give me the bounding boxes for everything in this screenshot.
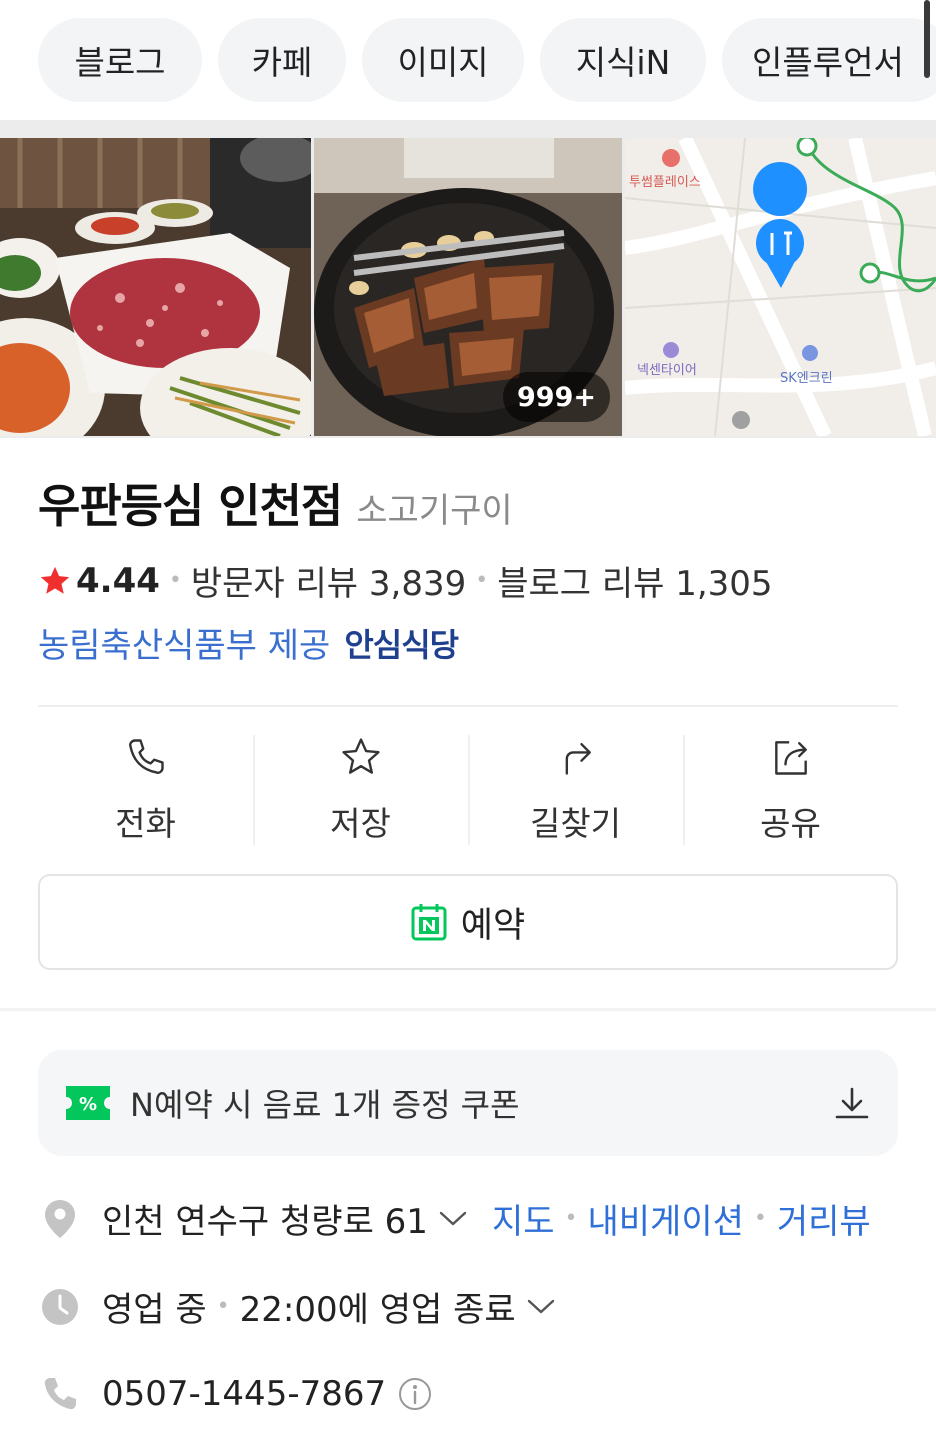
- separator-dot: •: [168, 568, 182, 593]
- directions-icon: [565, 742, 591, 775]
- tab-knowledge-in[interactable]: 지식iN: [540, 18, 706, 102]
- share-label: 공유: [760, 804, 821, 843]
- search-tab-bar: 블로그 카페 이미지 지식iN 인플루언서: [0, 0, 936, 120]
- separator-dot: •: [475, 568, 489, 593]
- map-label-nexen: 넥센타이어: [637, 363, 697, 378]
- place-title-row: 우판등심 인천점 소고기구이: [38, 470, 513, 536]
- hours-row: 영업 중 • 22:00에 영업 종료: [38, 1282, 556, 1331]
- directions-button[interactable]: 길찾기: [468, 725, 683, 855]
- place-category: 소고기구이: [356, 491, 513, 531]
- call-label: 전화: [115, 804, 176, 843]
- share-icon: [774, 741, 807, 775]
- reserve-button[interactable]: 예약: [38, 874, 898, 970]
- chevron-down-icon[interactable]: [438, 1209, 468, 1229]
- tab-images[interactable]: 이미지: [362, 18, 524, 102]
- star-filled-icon: [40, 566, 70, 594]
- certification-row: 농림축산식품부 제공 안심식당: [38, 618, 459, 667]
- coupon-label: N예약 시 음료 1개 증정 쿠폰: [130, 1086, 520, 1124]
- info-icon[interactable]: [398, 1377, 432, 1411]
- map-label-twosome: 투썸플레이스: [629, 175, 701, 190]
- map-image: 투썸플레이스 넥센타이어 SK엔크린: [625, 138, 936, 436]
- navigation-link[interactable]: 내비게이션: [587, 1194, 743, 1243]
- review-summary: 4.44 • 방문자 리뷰 3,839 • 블로그 리뷰 1,305: [38, 556, 773, 605]
- map-link[interactable]: 지도: [492, 1194, 555, 1243]
- save-button[interactable]: 저장: [253, 725, 468, 855]
- phone-row: 0507-1445-7867: [38, 1372, 432, 1416]
- raw-beef-image: [0, 138, 311, 436]
- phone-number[interactable]: 0507-1445-7867: [102, 1374, 386, 1414]
- street-view-link[interactable]: 거리뷰: [777, 1194, 871, 1243]
- divider: [38, 705, 898, 707]
- rating-value: 4.44: [76, 560, 160, 601]
- download-icon[interactable]: [834, 1085, 870, 1121]
- tab-influencer[interactable]: 인플루언서: [722, 18, 936, 102]
- clock-icon: [38, 1285, 82, 1329]
- closing-time[interactable]: 22:00에 영업 종료: [240, 1282, 516, 1331]
- separator-dot: •: [564, 1206, 578, 1231]
- safe-restaurant-badge: 안심식당: [344, 625, 459, 664]
- section-separator: [0, 1008, 936, 1011]
- svg-text:%: %: [79, 1094, 97, 1115]
- photo-count-badge: 999+: [503, 372, 610, 422]
- photo-strip: 999+ 투썸플레이스 넥센타이어 SK엔크린: [0, 120, 936, 438]
- visitor-review-link[interactable]: 방문자 리뷰 3,839: [191, 556, 466, 605]
- phone-filled-icon: [38, 1372, 82, 1416]
- map-label-sk: SK엔크린: [780, 371, 833, 386]
- separator-dot: •: [753, 1206, 767, 1231]
- address-text[interactable]: 인천 연수구 청량로 61: [102, 1194, 428, 1243]
- separator-dot: •: [216, 1294, 230, 1319]
- tab-blog[interactable]: 블로그: [38, 18, 202, 102]
- tab-cafe[interactable]: 카페: [218, 18, 346, 102]
- directions-label: 길찾기: [529, 804, 622, 843]
- photo-raw-beef[interactable]: [0, 138, 311, 436]
- star-outline-icon: [341, 738, 380, 774]
- call-button[interactable]: 전화: [38, 725, 253, 855]
- coupon-icon: %: [66, 1086, 110, 1120]
- location-pin-icon: [38, 1197, 82, 1241]
- reserve-label: 예약: [460, 905, 526, 946]
- naver-booking-icon: [411, 904, 447, 941]
- chevron-down-icon[interactable]: [526, 1297, 556, 1317]
- place-name[interactable]: 우판등심 인천점: [38, 470, 343, 536]
- phone-icon: [128, 739, 164, 774]
- business-status: 영업 중: [102, 1290, 207, 1330]
- coupon-banner[interactable]: % N예약 시 음료 1개 증정 쿠폰: [38, 1050, 898, 1156]
- address-row: 인천 연수구 청량로 61 지도 • 내비게이션 • 거리뷰: [38, 1194, 871, 1243]
- blog-review-link[interactable]: 블로그 리뷰 1,305: [497, 556, 772, 605]
- photo-grilled-beef[interactable]: 999+: [314, 138, 622, 436]
- photo-map-preview[interactable]: 투썸플레이스 넥센타이어 SK엔크린: [625, 138, 936, 436]
- action-bar: 전화 저장 길찾기 공유: [38, 725, 898, 855]
- certification-provider[interactable]: 농림축산식품부 제공: [38, 618, 330, 667]
- save-label: 저장: [330, 804, 391, 843]
- share-button[interactable]: 공유: [683, 725, 898, 855]
- scroll-indicator[interactable]: [924, 0, 930, 78]
